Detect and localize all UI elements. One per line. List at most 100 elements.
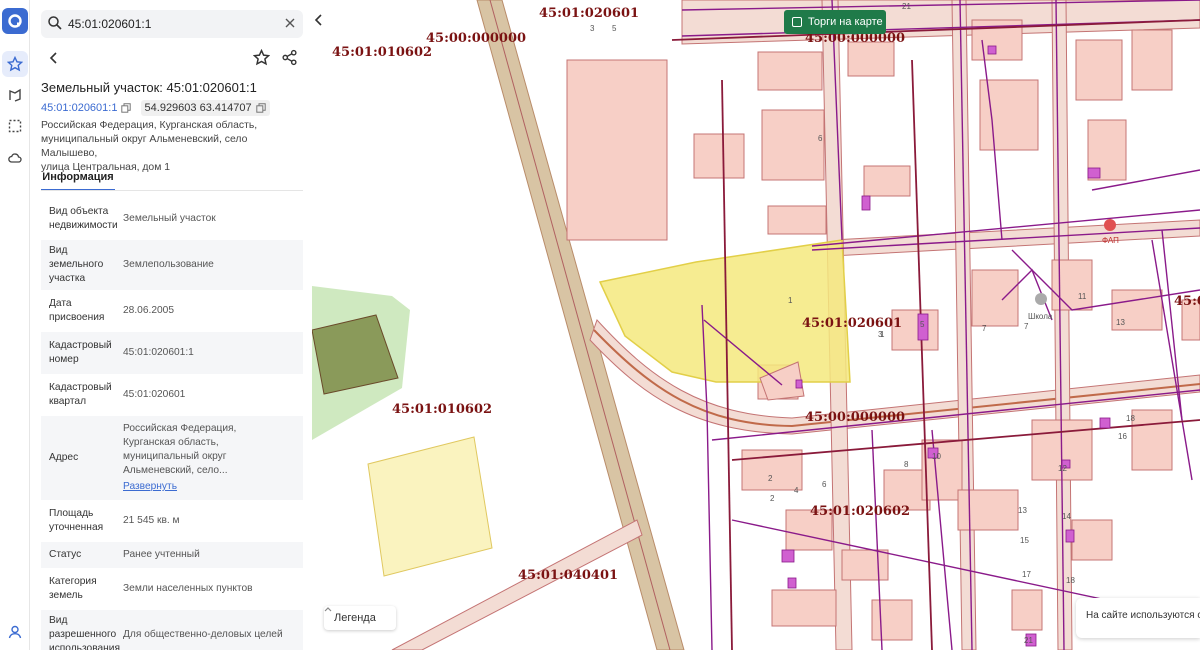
map-number: 3 — [878, 330, 883, 339]
quarter-label: 45:01:020601 — [802, 316, 903, 331]
map-number: 18 — [1126, 414, 1135, 423]
checkbox[interactable] — [792, 17, 802, 27]
property-value-line: 28.06.2005 — [123, 305, 174, 316]
tab-divider — [41, 190, 303, 191]
property-value: Землепользование — [123, 258, 303, 272]
map-number: 13 — [1018, 506, 1027, 515]
coords-chip[interactable]: 54.929603 63.414707 — [140, 100, 270, 116]
property-value-line: Землепользование — [123, 259, 214, 270]
cookie-text: На сайте используются c — [1086, 610, 1200, 621]
property-key: Категория земель — [41, 575, 123, 603]
property-key-line: Кадастровый — [49, 340, 112, 351]
star-icon[interactable] — [252, 48, 271, 71]
torgi-label: Торги на карте — [808, 16, 883, 28]
map-canvas[interactable] — [312, 0, 1200, 650]
property-row: Площадь уточненная 21 545 кв. м — [41, 500, 303, 542]
share-icon[interactable] — [281, 49, 298, 71]
property-key-line: присвоения — [49, 312, 105, 323]
cadastral-map[interactable]: 45:01:020601 45:00:000000 45:01:010602 4… — [312, 0, 1200, 650]
map-number: 2 — [768, 474, 773, 483]
property-key-line: Вид объекта — [49, 206, 109, 217]
property-key-line: номер — [49, 354, 79, 365]
map-number: 5 — [920, 320, 925, 329]
search-input[interactable]: 45:01:020601:1 — [68, 17, 151, 31]
property-value-line: Альменевский, село... — [123, 465, 228, 476]
star-icon[interactable] — [2, 51, 28, 77]
map-number: 5 — [612, 24, 617, 33]
cad-number-text[interactable]: 45:01:020601:1 — [41, 102, 117, 114]
expand-link[interactable]: Развернуть — [123, 480, 297, 494]
property-key: Вид земельного участка — [41, 244, 123, 286]
property-key-line: участка — [49, 273, 86, 284]
map-number: 11 — [1078, 292, 1087, 301]
coords-text[interactable]: 54.929603 63.414707 — [145, 102, 252, 114]
map-number: 4 — [794, 486, 799, 495]
property-key: Вид разрешенного использования — [41, 614, 123, 650]
medical-marker — [1104, 219, 1116, 231]
property-value-line: Земельный участок — [123, 213, 216, 224]
yellow-plot — [367, 436, 493, 577]
property-key: Кадастровый квартал — [41, 381, 123, 409]
property-value: 21 545 кв. м — [123, 514, 303, 528]
property-row: Дата присвоения 28.06.2005 — [41, 290, 303, 332]
map-number: 12 — [1058, 464, 1067, 473]
cookie-banner[interactable]: На сайте используются c — [1076, 598, 1200, 638]
select-area-icon[interactable] — [2, 113, 28, 139]
legend-button[interactable]: Легенда — [324, 606, 396, 630]
property-value: Земли населенных пунктов — [123, 582, 303, 596]
tab-information[interactable]: Информация — [41, 168, 115, 191]
back-icon[interactable] — [47, 51, 61, 70]
property-key-line: разрешенного — [49, 629, 117, 640]
map-number: 15 — [1020, 536, 1029, 545]
property-value-line: Курганская область, — [123, 437, 219, 448]
map-number: 14 — [1062, 512, 1071, 521]
cloud-icon[interactable] — [2, 145, 28, 171]
property-value: 45:01:020601 — [123, 388, 303, 402]
property-key: Вид объекта недвижимости — [41, 205, 123, 233]
chevron-up-icon — [324, 607, 332, 612]
page-title: Земельный участок: 45:01:020601:1 — [41, 80, 257, 95]
property-value: Российская Федерация, Курганская область,… — [123, 422, 303, 494]
map-number: 16 — [1118, 432, 1127, 441]
search-box[interactable]: 45:01:020601:1 — [41, 10, 303, 38]
map-number: 13 — [1116, 318, 1125, 327]
quarter-label: 45:01:020602 — [810, 504, 911, 519]
address-text: Российская Федерация, Курганская область… — [41, 119, 303, 175]
quarter-label: 45:01:010602 — [332, 45, 433, 60]
property-key-line: Адрес — [49, 452, 79, 463]
property-value: Для общественно-деловых целей — [123, 628, 303, 642]
map-number: 8 — [904, 460, 909, 469]
property-value-line: Российская Федерация, — [123, 423, 237, 434]
map-number: 18 — [1066, 576, 1075, 585]
property-value-line: Для общественно-деловых целей — [123, 629, 283, 640]
user-icon[interactable] — [2, 619, 28, 645]
map-number: 21 — [902, 2, 911, 11]
legend-label: Легенда — [334, 612, 376, 624]
close-icon[interactable] — [283, 16, 297, 35]
property-value-line: Земли населенных пунктов — [123, 583, 253, 594]
property-value: 45:01:020601:1 — [123, 346, 303, 360]
icon-rail — [0, 0, 30, 650]
map-number: 3 — [590, 24, 595, 33]
property-key-line: недвижимости — [49, 220, 118, 231]
copy-icon[interactable] — [121, 103, 132, 113]
property-row: Вид объекта недвижимости Земельный участок — [41, 198, 303, 240]
property-key-line: Вид — [49, 615, 68, 626]
quarter-label: 45:00:000000 — [805, 410, 906, 425]
object-panel: 45:01:020601:1 Земельный участок: 45:01:… — [31, 0, 312, 650]
route-icon[interactable] — [2, 82, 28, 108]
property-key-line: Дата — [49, 298, 72, 309]
property-row: Категория земель Земли населенных пунктов — [41, 568, 303, 610]
quarter-label: 45:01 — [1174, 294, 1200, 309]
fap-label: ФАП — [1102, 236, 1119, 245]
property-value: Ранее учтенный — [123, 548, 303, 562]
collapse-panel-button[interactable] — [312, 10, 326, 30]
logo-icon[interactable] — [2, 8, 28, 34]
copy-icon[interactable] — [255, 103, 266, 113]
search-icon[interactable] — [47, 15, 63, 36]
property-key-line: Площадь — [49, 508, 94, 519]
chevron-left-icon[interactable] — [312, 10, 326, 30]
cad-number-chip[interactable]: 45:01:020601:1 — [41, 100, 132, 116]
map-number: 2 — [770, 494, 775, 503]
torgi-toggle[interactable]: Торги на карте — [784, 10, 886, 34]
